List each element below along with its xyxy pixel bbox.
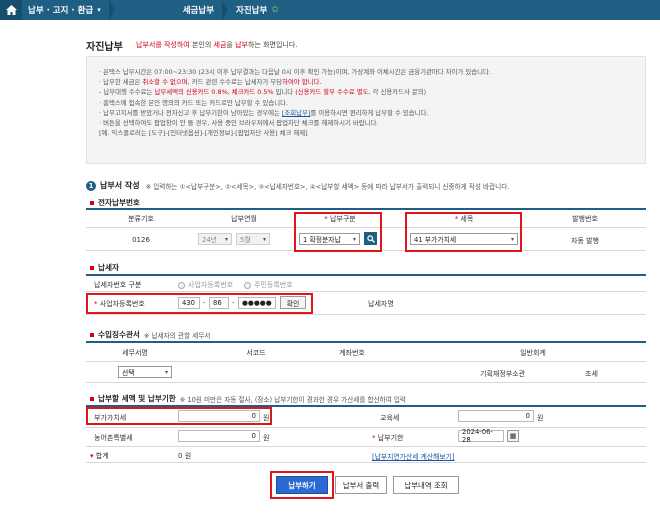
bullet-icon: [90, 200, 94, 205]
taxpayer-name-label: 납세자명: [368, 300, 394, 308]
row-divider: [86, 291, 646, 292]
tax-office-select[interactable]: 선택 ▾: [118, 366, 172, 378]
subsection-note: ※ 납세자의 관할 세무서: [143, 331, 211, 340]
nav-menu-self-payment-label: 자진납부: [236, 6, 268, 16]
nav-menu-self-payment[interactable]: 자진납부 ✩: [230, 0, 285, 20]
desc-part: 본인의: [189, 41, 214, 49]
notice-line: - 납부대행 수수료는 납부세액의 신용카드 0.8%, 체크카드 0.5% 입…: [99, 88, 427, 97]
total-label: ▾ 합계: [90, 452, 109, 460]
highlight-brn: [86, 293, 313, 314]
lookup-payment-link[interactable]: [조회납부]: [282, 109, 311, 117]
payment-history-button[interactable]: 납부내역 조회: [393, 476, 459, 494]
notice-line: · 납부한 세금은 취소할 수 없으며, 카드 관련 수수료는 납세자가 부담하…: [99, 78, 322, 87]
subsection-amount: 납부할 세액 및 납부기한 ※ 10원 미만은 자동 절사, (장소) 납부기한…: [90, 393, 406, 404]
taxpayer-type-label: 납세자번호 구분: [94, 281, 142, 289]
month-select[interactable]: 5월 ▾: [236, 233, 270, 245]
page-description: 납부서를 작성하여 본인의 세금을 납부하는 화면입니다.: [136, 40, 298, 50]
chevron-down-icon: ▾: [97, 6, 101, 14]
subsection-title: 전자납부번호: [98, 198, 140, 207]
row-divider: [86, 446, 646, 447]
edu-tax-input[interactable]: 0: [458, 410, 534, 422]
subsection-collection-office: 수입징수관서 ※ 납세자의 관할 세무서: [90, 329, 210, 340]
col-header: 계좌번호: [339, 349, 365, 357]
class-code-value: 0126: [132, 236, 150, 244]
bullet-icon: [90, 332, 94, 337]
section-number-icon: 1: [86, 180, 96, 191]
due-date-input[interactable]: 2024-06-28: [458, 428, 504, 444]
notice-line: · 버튼을 선택하여도 팝업창이 안 뜰 경우, 사용 중인 브라우저에서 팝업…: [99, 119, 379, 128]
table-top-border: [86, 208, 646, 210]
row-divider: [86, 462, 646, 463]
print-slip-button[interactable]: 납부서 출력: [335, 476, 387, 494]
desc-part: 납부: [235, 41, 248, 49]
subsection-electronic-number: 전자납부번호: [90, 197, 140, 208]
radio-brn[interactable]: 사업자등록번호: [178, 280, 233, 290]
notice-line: [예. 익스플로러는 [도구]-[인터넷옵션]-[개인정보]-[팝업차단 사용]…: [99, 129, 308, 138]
top-nav: 납부 · 고지 · 환급 ▾ 세금납부 자진납부 ✩: [0, 0, 660, 20]
subsection-note: ※ 10원 미만은 자동 절사, (장소) 납부기한이 경과한 경우 가산세를 …: [179, 395, 406, 404]
star-icon[interactable]: ✩: [271, 5, 279, 15]
subsection-title: 납세자: [98, 263, 119, 272]
row-divider: [86, 361, 646, 362]
nav-menu-payment-label: 납부 · 고지 · 환급: [28, 6, 94, 16]
nav-menu-tax-payment-label: 세금납부: [182, 6, 215, 16]
row-divider: [86, 314, 646, 315]
row-divider: [86, 382, 646, 383]
col-header: 분류기호: [128, 215, 154, 223]
desc-part: 세금: [213, 41, 227, 49]
col-header: 납부연월: [231, 215, 257, 223]
nav-menu-tax-payment[interactable]: 세금납부: [177, 0, 220, 20]
section-note: ※ 입력하는 ①<납부구분>, ②<세목>, ③<납세자번호>, ④<납부할 세…: [145, 182, 510, 191]
section-title: 납부서 작성: [100, 181, 140, 190]
home-icon[interactable]: [0, 0, 22, 20]
won-unit: 원: [537, 414, 544, 422]
farm-tax-label: 농어촌특별세: [94, 434, 133, 442]
total-value: 0 원: [178, 452, 192, 460]
col-header: 세무서명: [122, 349, 148, 357]
radio-rrn[interactable]: 주민등록번호: [244, 280, 293, 290]
farm-tax-input[interactable]: 0: [178, 430, 260, 442]
notice-line: · 홈택스에 접속한 본인 명의의 카드 또는 카드로만 납부할 수 있습니다.: [99, 98, 288, 107]
highlight-vat: [86, 407, 272, 425]
section-payment-form: 1 납부서 작성 ※ 입력하는 ①<납부구분>, ②<세목>, ③<납세자번호>…: [86, 180, 509, 191]
nav-separator: [222, 0, 229, 20]
issue-number-value: 자동 발행: [571, 237, 599, 245]
edu-tax-label: 교육세: [380, 414, 400, 422]
highlight-payment-type: [294, 212, 382, 252]
subsection-title: 납부할 세액 및 납부기한: [98, 394, 176, 403]
radio-icon: [244, 281, 251, 289]
highlight-tax-item: [405, 212, 522, 252]
bullet-icon: [90, 265, 94, 270]
subsection-title: 수입징수관서: [98, 330, 140, 339]
desc-part: 하는 화면입니다.: [247, 41, 298, 49]
desc-part: 을: [226, 41, 236, 49]
page-title: 자진납부: [86, 42, 123, 53]
account-name: 기획재정부소관: [480, 370, 526, 378]
due-date-label: * 납부기한: [372, 434, 404, 442]
nav-menu-payment[interactable]: 납부 · 고지 · 환급 ▾: [22, 0, 107, 20]
highlight-pay-button: [270, 471, 334, 499]
table-top-border: [86, 341, 646, 343]
table-top-border: [86, 274, 646, 276]
year-select[interactable]: 24년 ▾: [198, 233, 232, 245]
bullet-icon: [90, 396, 94, 401]
notice-line: · 납부고지서를 받았거나 전자신고 후 납부기한이 남아있는 경우에는 [조회…: [99, 108, 429, 117]
col-header: 일반회계: [520, 349, 546, 357]
desc-part: 납부서를 작성하여: [136, 41, 190, 49]
account-type: 조세: [585, 370, 598, 378]
subsection-taxpayer: 납세자: [90, 262, 119, 273]
won-unit: 원: [263, 434, 270, 442]
col-header: 발행번호: [572, 215, 598, 223]
radio-icon: [178, 281, 185, 289]
row-divider: [86, 427, 646, 428]
calendar-icon[interactable]: ▦: [507, 430, 519, 442]
late-fee-calculator-link[interactable]: [납부지연가산세 계산해보기]: [372, 451, 455, 461]
notice-box: · 온택스 납부시간은 07:00~23:30 (23시 이후 납부결과는 다음…: [86, 56, 646, 164]
nav-separator: [108, 0, 115, 20]
notice-line: · 온택스 납부시간은 07:00~23:30 (23시 이후 납부결과는 다음…: [99, 68, 491, 76]
